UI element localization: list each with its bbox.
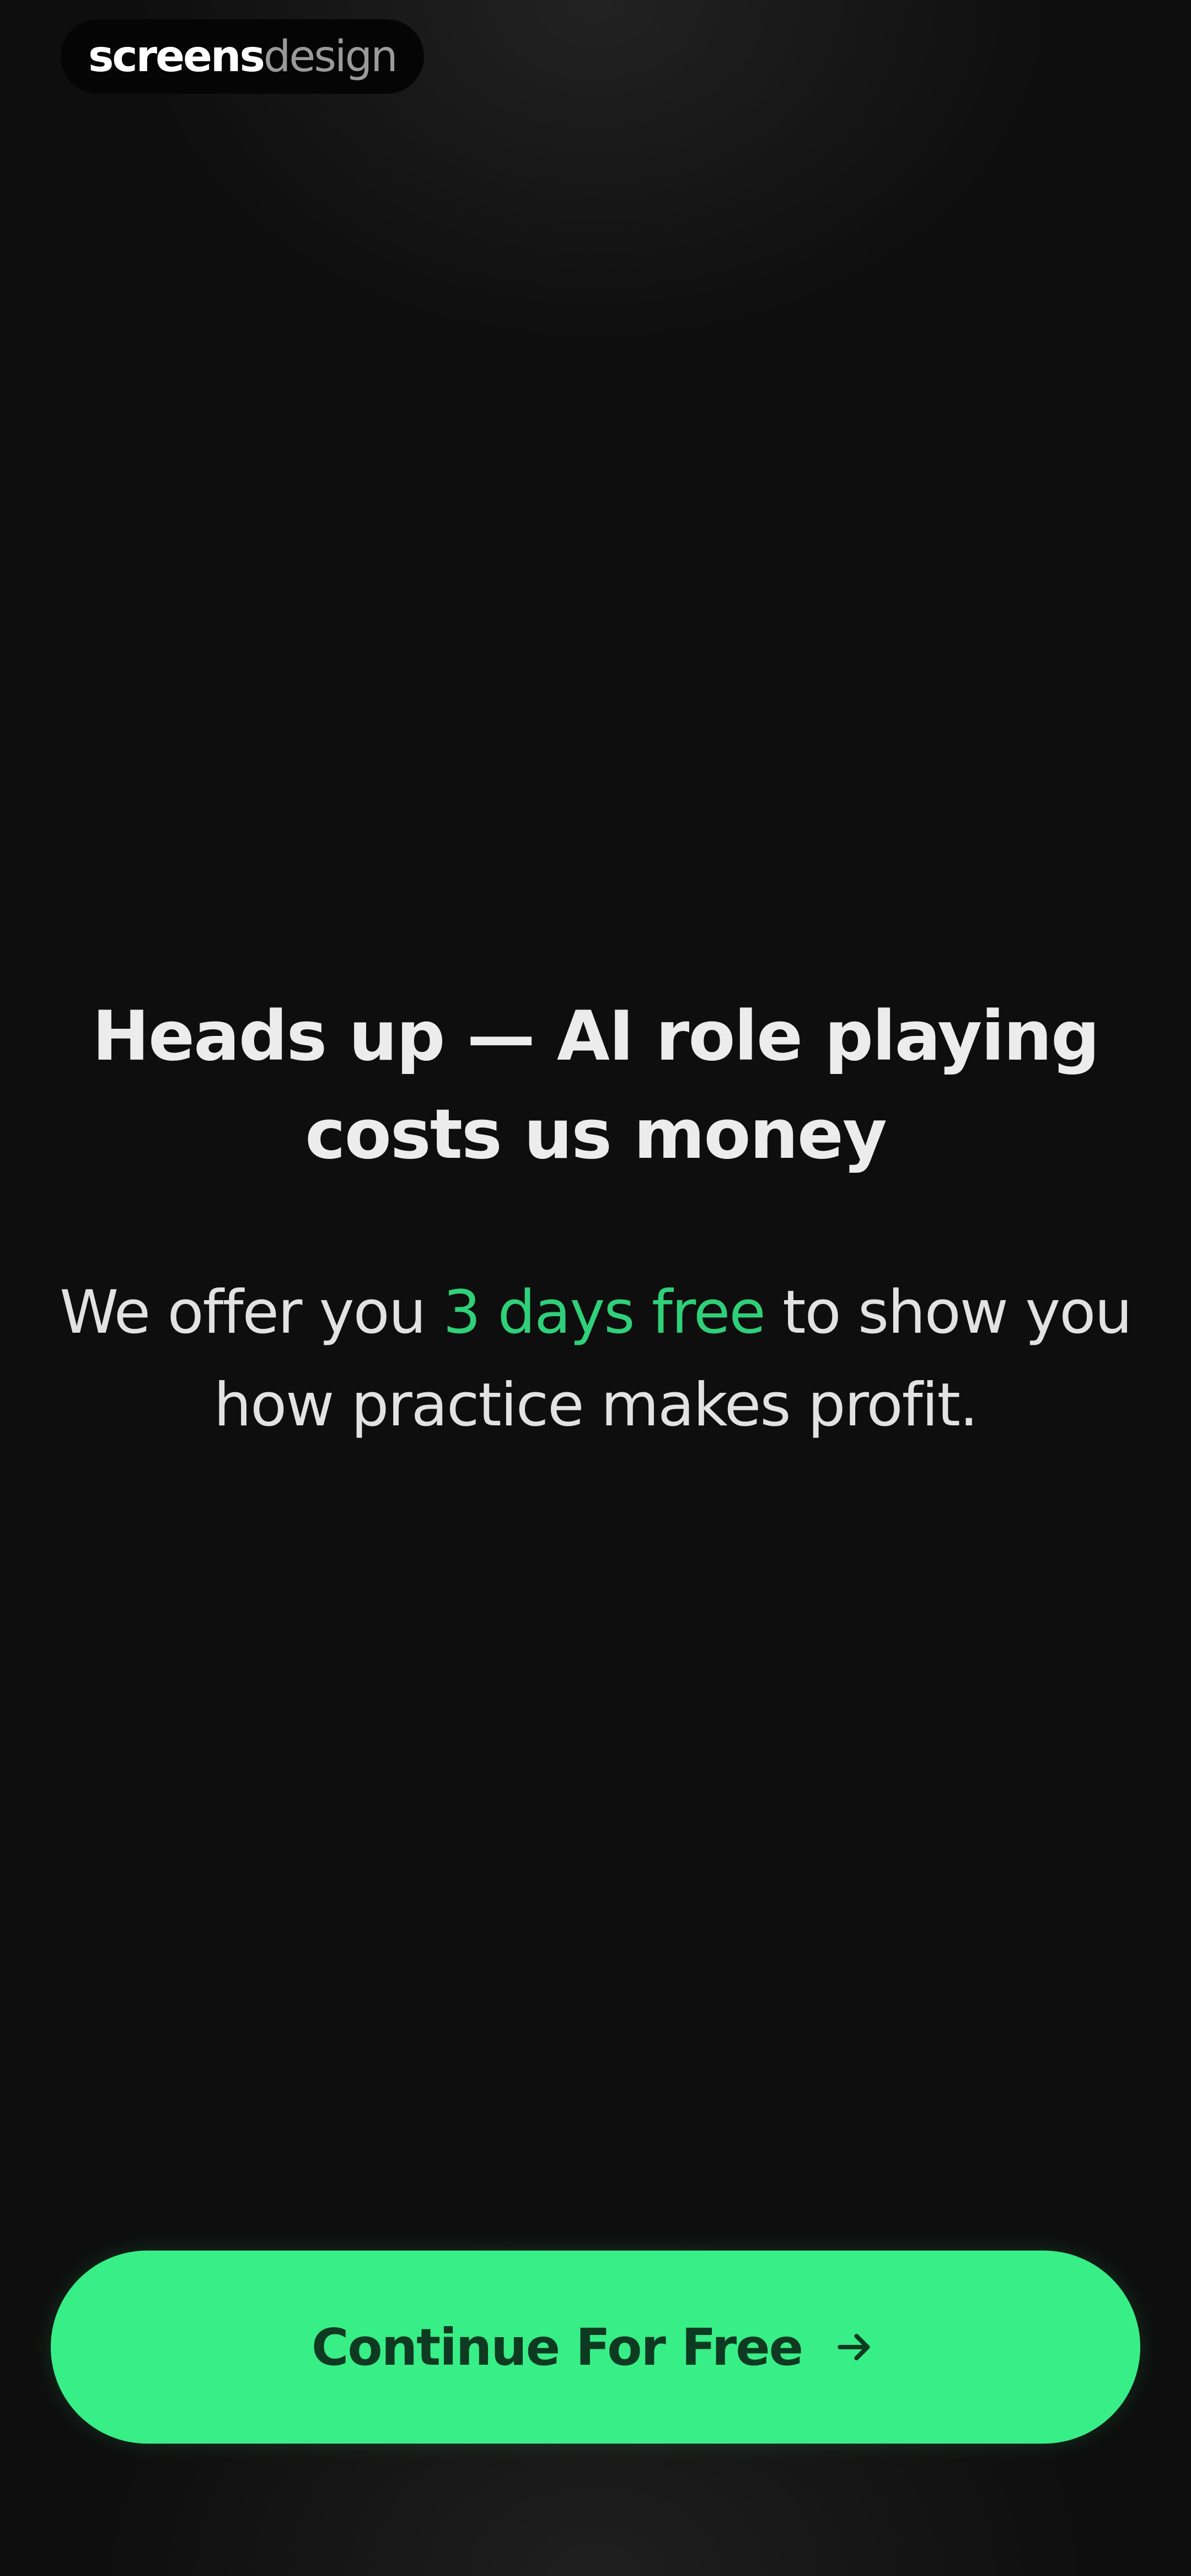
continue-button-label: Continue For Free — [312, 2317, 803, 2377]
subtitle: We offer you 3 days free to show you how… — [33, 1266, 1158, 1452]
arrow-right-icon — [830, 2322, 879, 2372]
subtitle-before: We offer you — [60, 1278, 443, 1347]
watermark-text-strong: screens — [88, 31, 265, 82]
continue-for-free-button[interactable]: Continue For Free — [51, 2251, 1140, 2444]
message-block: Heads up — AI role playing costs us mone… — [33, 987, 1158, 1452]
subtitle-highlight: 3 days free — [443, 1278, 766, 1347]
watermark-text-light: design — [263, 31, 398, 82]
paywall-screen: screens design Heads up — AI role playing… — [0, 0, 1191, 2576]
page-title: Heads up — AI role playing costs us mone… — [92, 997, 1100, 1174]
watermark-logo: screens design — [61, 19, 424, 94]
